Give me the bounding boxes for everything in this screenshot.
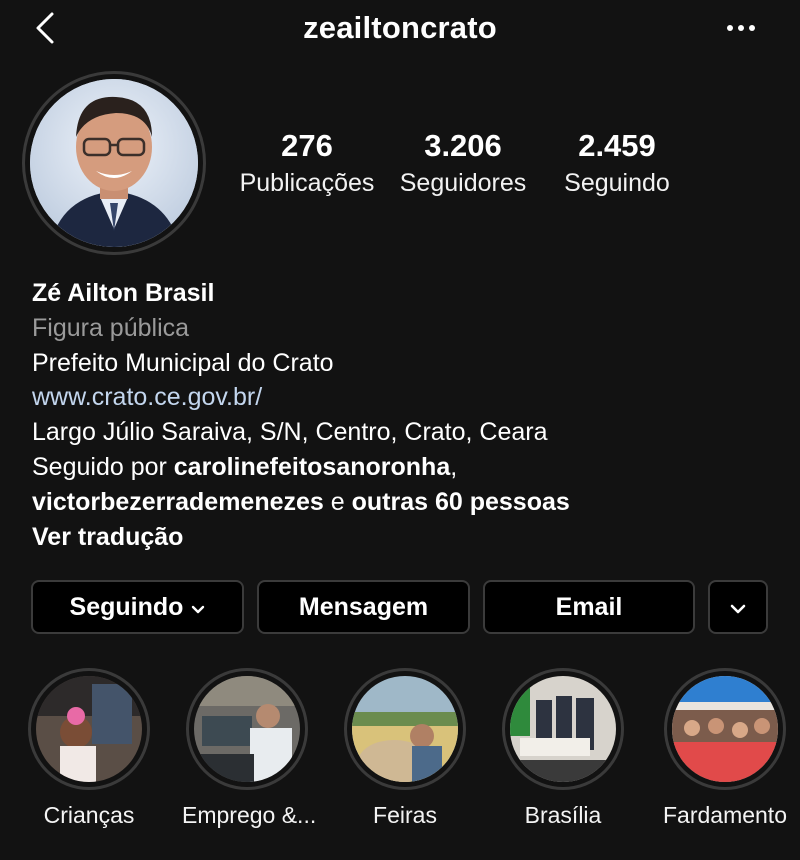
highlight-brasilia[interactable]: Brasília	[498, 668, 628, 830]
highlight-label: Crianças	[43, 802, 135, 828]
followed-by-user-2: victorbezerrademenezes	[32, 487, 324, 516]
highlight-feiras[interactable]: Feiras	[340, 668, 470, 830]
highlight-label: Brasília	[524, 802, 602, 828]
profile-full-name: Zé Ailton Brasil	[32, 279, 215, 307]
followers-label: Seguidores	[399, 169, 527, 197]
highlight-fardamento[interactable]: Fardamento	[657, 668, 793, 830]
followed-by-line-2[interactable]: victorbezerrademenezes e outras 60 pesso…	[32, 485, 792, 520]
profile-description: Prefeito Municipal do Crato	[32, 348, 334, 377]
see-translation-link[interactable]: Ver tradução	[32, 520, 792, 555]
highlight-thumbnail	[352, 676, 458, 782]
profile-website-link[interactable]: www.crato.ce.gov.br/	[32, 380, 792, 415]
posts-count: 276	[281, 128, 333, 163]
profile-category: Figura pública	[32, 313, 190, 342]
highlight-thumbnail	[36, 676, 142, 782]
highlight-thumbnail	[194, 676, 300, 782]
followed-by-comma: ,	[450, 452, 458, 481]
profile-avatar[interactable]	[30, 79, 198, 247]
highlight-criancas[interactable]: Crianças	[24, 668, 154, 830]
highlight-label: Fardamento	[662, 802, 787, 828]
highlight-thumbnail	[672, 676, 778, 782]
profile-address[interactable]: Largo Júlio Saraiva, S/N, Centro, Crato,…	[32, 415, 792, 450]
more-options-icon[interactable]	[724, 16, 760, 40]
chevron-down-icon	[730, 593, 746, 622]
followers-count: 3.206	[424, 128, 502, 163]
email-button[interactable]: Email	[483, 580, 695, 634]
profile-stats: 276 Publicações 3.206 Seguidores 2.459 S…	[232, 126, 682, 206]
highlight-thumbnail	[510, 676, 616, 782]
following-button-label: Seguindo	[69, 592, 184, 621]
following-label: Seguindo	[564, 169, 670, 197]
highlight-label: Emprego &...	[182, 802, 317, 828]
highlight-ring	[502, 668, 624, 790]
highlight-ring	[664, 668, 786, 790]
followed-by-prefix: Seguido por	[32, 452, 174, 481]
highlight-ring	[28, 668, 150, 790]
suggested-accounts-button[interactable]	[708, 580, 768, 634]
following-count: 2.459	[578, 128, 656, 163]
following-stat[interactable]: 2.459 Seguindo	[542, 126, 692, 200]
posts-label: Publicações	[239, 169, 375, 197]
highlight-ring	[186, 668, 308, 790]
following-button[interactable]: Seguindo	[31, 580, 244, 634]
highlight-label: Feiras	[373, 802, 437, 828]
followed-by-line-1[interactable]: Seguido por carolinefeitosanoronha,	[32, 450, 792, 485]
posts-stat[interactable]: 276 Publicações	[232, 126, 382, 200]
message-button[interactable]: Mensagem	[257, 580, 470, 634]
profile-bio: Zé Ailton Brasil Figura pública Prefeito…	[32, 276, 792, 554]
highlight-emprego[interactable]: Emprego &...	[182, 668, 317, 830]
followed-by-others: outras 60 pessoas	[351, 487, 570, 516]
chevron-down-icon	[191, 593, 205, 622]
top-bar: zeailtoncrato	[0, 0, 800, 56]
email-button-label: Email	[555, 592, 623, 621]
followed-by-user-1: carolinefeitosanoronha	[173, 452, 451, 481]
profile-username: zeailtoncrato	[303, 10, 497, 45]
message-button-label: Mensagem	[298, 592, 429, 621]
followers-stat[interactable]: 3.206 Seguidores	[388, 126, 538, 200]
highlight-ring	[344, 668, 466, 790]
followed-by-and: e	[323, 487, 352, 516]
